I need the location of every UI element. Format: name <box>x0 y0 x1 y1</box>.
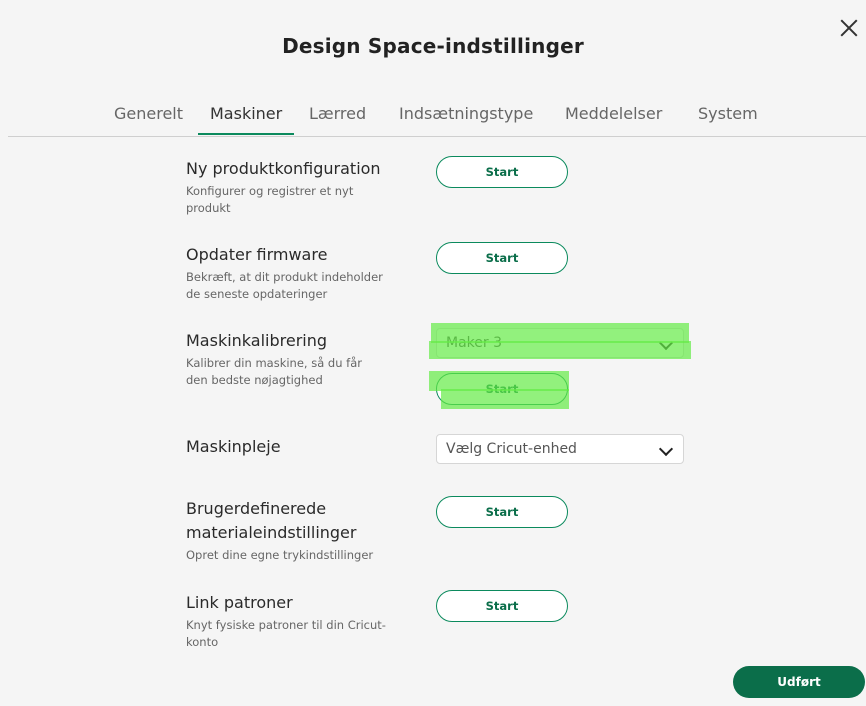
setting-update-firmware: Opdater firmware Bekræft, at dit produkt… <box>186 243 386 303</box>
custom-materials-start-button[interactable]: Start <box>436 496 568 528</box>
setting-title: Opdater firmware <box>186 245 328 264</box>
select-value: Maker 3 <box>446 335 502 351</box>
tab-bar: Generelt Maskiner Lærred Indsætningstype… <box>8 96 866 137</box>
calibration-machine-select[interactable]: Maker 3 <box>436 328 684 358</box>
setting-custom-materials: Brugerdefinerede materialeindstillinger … <box>186 497 386 564</box>
cricut-device-select[interactable]: Vælg Cricut-enhed <box>436 434 684 464</box>
tab-laerred[interactable]: Lærred <box>309 104 366 123</box>
setting-machine-care: Maskinpleje <box>186 435 281 459</box>
done-button[interactable]: Udført <box>733 666 865 698</box>
tab-meddelelser[interactable]: Meddelelser <box>565 104 662 123</box>
setting-title: Link patroner <box>186 593 293 612</box>
tab-indsaetningstype[interactable]: Indsætningstype <box>399 104 533 123</box>
new-product-start-button[interactable]: Start <box>436 156 568 188</box>
calibration-start-button[interactable]: Start <box>436 373 568 405</box>
tab-generelt[interactable]: Generelt <box>114 104 183 123</box>
link-cartridges-start-button[interactable]: Start <box>436 590 568 622</box>
setting-description: Opret dine egne trykindstillinger <box>186 548 374 562</box>
setting-description: Knyt fysiske patroner til din Cricut-kon… <box>186 618 386 649</box>
setting-description: Konfigurer og registrer et nyt produkt <box>186 184 354 215</box>
setting-title: Ny produktkonfiguration <box>186 159 381 178</box>
setting-machine-calibration: Maskinkalibrering Kalibrer din maskine, … <box>186 329 386 389</box>
chevron-down-icon <box>658 335 674 351</box>
setting-description: Kalibrer din maskine, så du får den beds… <box>186 356 362 387</box>
select-placeholder: Vælg Cricut-enhed <box>446 441 577 457</box>
tab-maskiner[interactable]: Maskiner <box>210 104 282 123</box>
tab-system[interactable]: System <box>698 104 758 123</box>
setting-title: Maskinpleje <box>186 437 281 456</box>
dialog-title: Design Space-indstillinger <box>282 34 584 58</box>
setting-description: Bekræft, at dit produkt indeholder de se… <box>186 270 383 301</box>
chevron-down-icon <box>658 441 674 457</box>
active-tab-indicator <box>198 133 294 135</box>
setting-new-product: Ny produktkonfiguration Konfigurer og re… <box>186 157 386 217</box>
setting-link-cartridges: Link patroner Knyt fysiske patroner til … <box>186 591 386 651</box>
setting-title: Brugerdefinerede materialeindstillinger <box>186 499 357 542</box>
update-firmware-start-button[interactable]: Start <box>436 242 568 274</box>
setting-title: Maskinkalibrering <box>186 331 328 350</box>
